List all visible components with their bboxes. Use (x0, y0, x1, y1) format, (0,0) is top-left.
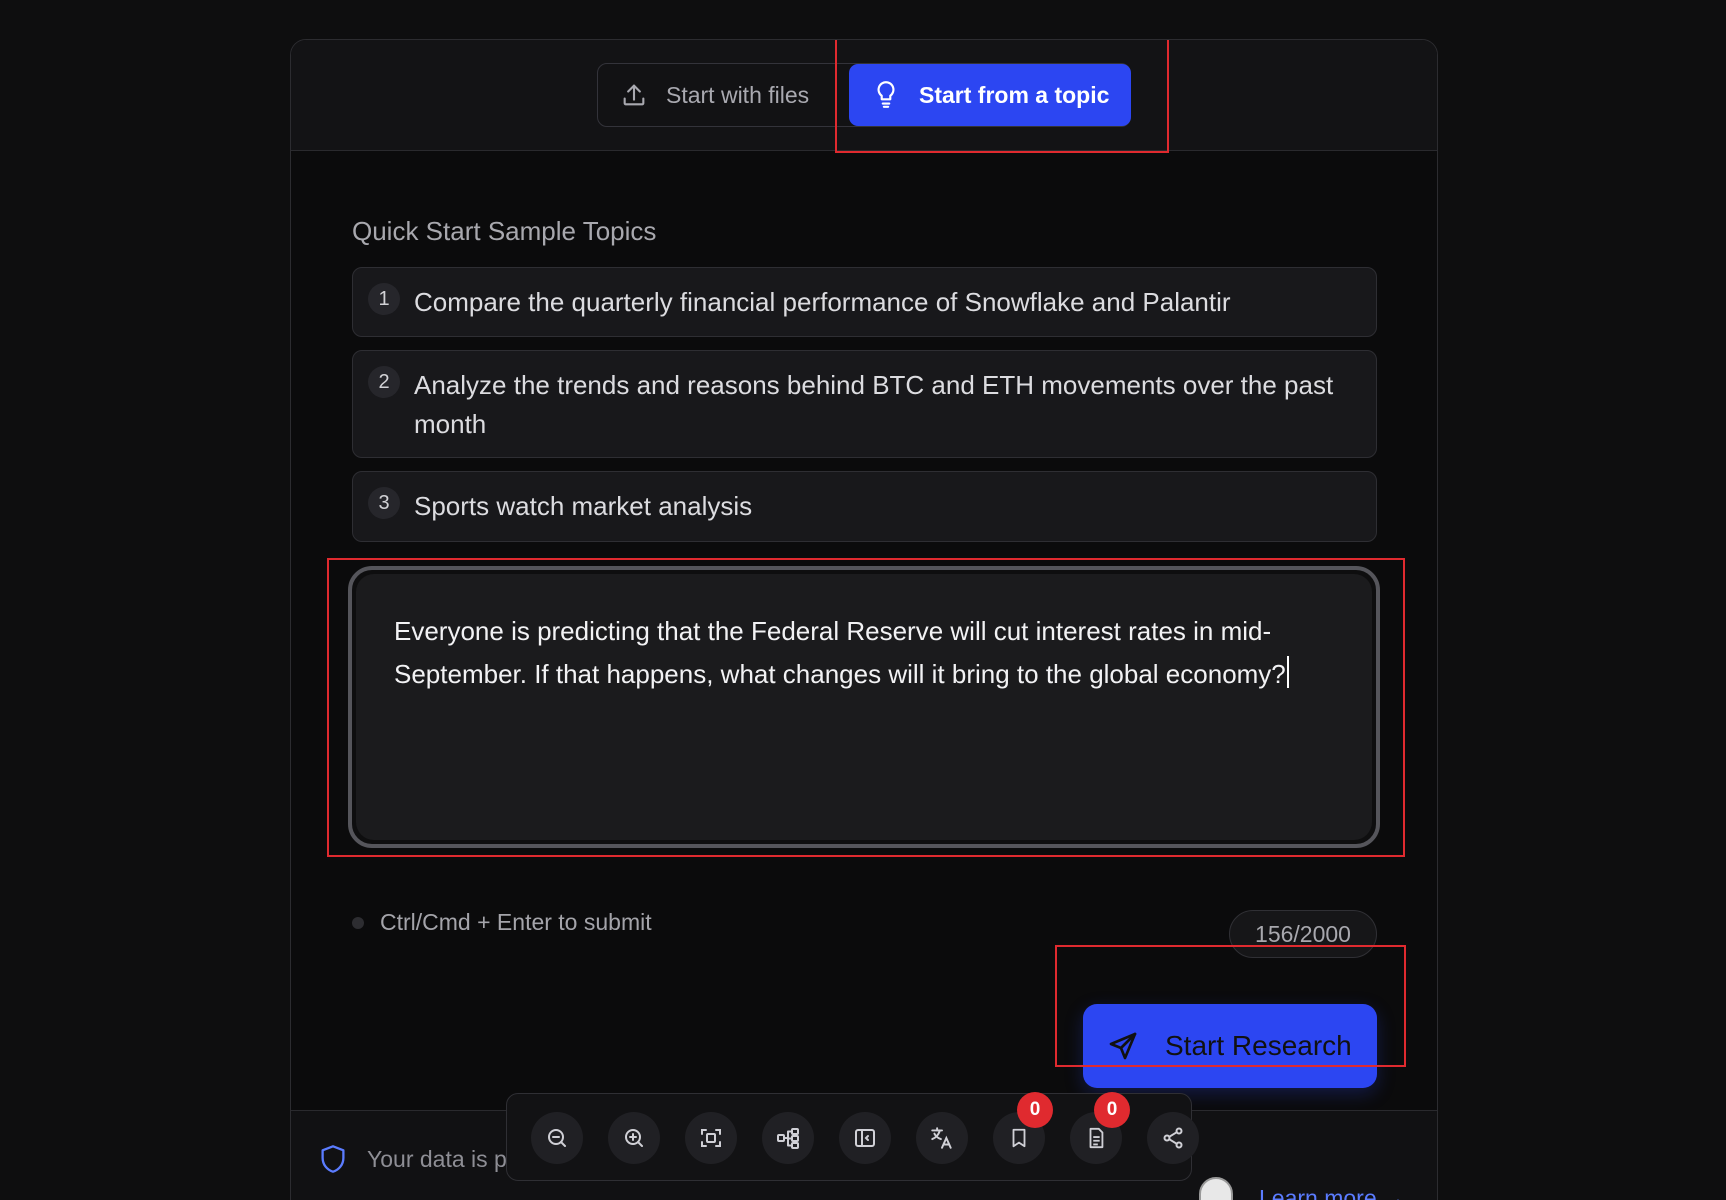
research-card: Start with files Start from a topic Quic… (290, 39, 1438, 1200)
send-icon (1107, 1030, 1139, 1062)
notes-button[interactable]: 0 (1070, 1092, 1130, 1164)
text-caret (1286, 656, 1289, 688)
mode-segmented-control: Start with files Start from a topic (597, 63, 1131, 127)
topic-text: Compare the quarterly financial performa… (414, 287, 1231, 317)
zoom-out-button[interactable] (531, 1112, 583, 1164)
tab-label: Start from a topic (919, 81, 1110, 108)
bookmark-icon (1008, 1126, 1030, 1150)
share-button[interactable] (1147, 1112, 1199, 1164)
zoom-in-icon (622, 1126, 646, 1150)
sample-topic-1[interactable]: 1 Compare the quarterly financial perfor… (352, 267, 1377, 337)
fit-screen-button[interactable] (685, 1112, 737, 1164)
sidebar-collapse-icon (853, 1126, 877, 1150)
shield-icon (319, 1144, 347, 1174)
share-icon (1161, 1126, 1185, 1150)
mode-tab-bar: Start with files Start from a topic (291, 40, 1437, 151)
sample-topic-3[interactable]: 3 Sports watch market analysis (352, 471, 1377, 542)
translate-icon (929, 1125, 955, 1151)
bookmark-count-badge: 0 (1017, 1092, 1053, 1128)
research-topic-textarea[interactable]: Everyone is predicting that the Federal … (348, 566, 1380, 848)
privacy-text: Your data is p (367, 1145, 507, 1172)
lightbulb-icon (873, 80, 899, 110)
submit-hint-text: Ctrl/Cmd + Enter to submit (380, 909, 652, 935)
tab-start-from-topic[interactable]: Start from a topic (849, 64, 1131, 126)
textarea-content[interactable]: Everyone is predicting that the Federal … (356, 574, 1372, 840)
tab-start-with-files[interactable]: Start with files (598, 64, 848, 126)
bookmark-button[interactable]: 0 (993, 1092, 1053, 1164)
submit-hint: Ctrl/Cmd + Enter to submit (352, 909, 652, 936)
topic-number: 2 (368, 366, 400, 398)
quick-start-title: Quick Start Sample Topics (352, 216, 657, 246)
fit-screen-icon (699, 1126, 723, 1150)
status-dot (352, 916, 364, 929)
topic-text: Analyze the trends and reasons behind BT… (414, 370, 1334, 439)
translate-button[interactable] (916, 1112, 968, 1164)
zoom-in-button[interactable] (608, 1112, 660, 1164)
tab-label: Start with files (666, 81, 810, 108)
zoom-out-icon (545, 1126, 569, 1150)
notes-count-badge: 0 (1094, 1092, 1130, 1128)
learn-more-link[interactable]: Learn more → (1259, 1185, 1406, 1200)
topic-number: 3 (368, 487, 400, 519)
notes-icon (1085, 1126, 1107, 1150)
upload-icon (620, 81, 648, 109)
floating-toolbar: 0 0 (506, 1092, 1199, 1181)
topic-text: Sports watch market analysis (414, 491, 753, 521)
sidebar-collapse-button[interactable] (839, 1112, 891, 1164)
character-counter: 156/2000 (1229, 910, 1377, 958)
sample-topic-2[interactable]: 2 Analyze the trends and reasons behind … (352, 350, 1377, 458)
mind-map-icon (776, 1126, 800, 1150)
mind-map-button[interactable] (762, 1112, 814, 1164)
textarea-value: Everyone is predicting that the Federal … (394, 616, 1286, 689)
topic-number: 1 (368, 283, 400, 315)
start-research-label: Start Research (1165, 1030, 1352, 1061)
privacy-notice: Your data is p (319, 1144, 507, 1174)
start-research-button[interactable]: Start Research (1083, 1004, 1377, 1088)
